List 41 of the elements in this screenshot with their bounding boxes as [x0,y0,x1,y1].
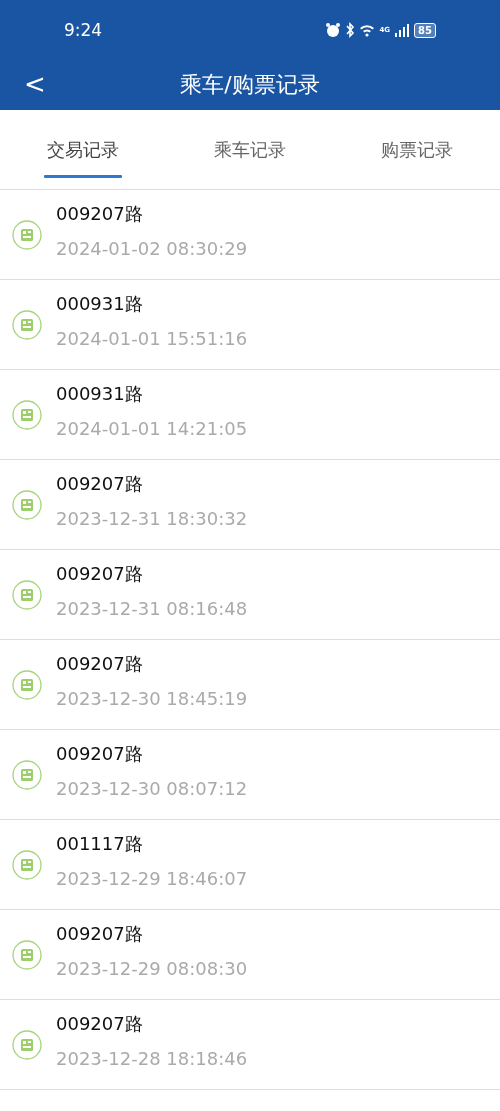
battery-indicator: 85 [414,22,436,38]
record-time: 2023-12-31 08:16:48 [56,598,248,619]
route-name: 009207路 [56,1012,144,1036]
ticket-icon [12,489,42,520]
record-time: 2023-12-28 18:18:46 [56,1048,248,1069]
back-button[interactable]: < [18,70,52,98]
route-name: 009207路 [56,652,144,676]
route-name: 009207路 [56,562,144,586]
route-name: 009207路 [56,742,144,766]
alarm-icon [325,22,342,38]
tab[interactable]: 交易记录 [0,110,167,189]
page-title: 乘车/购票记录 [180,71,320,99]
route-name: 009207路 [56,472,144,496]
ticket-icon [12,219,42,250]
record-time: 2023-12-29 08:08:30 [56,958,248,979]
ticket-icon [12,399,42,430]
ticket-icon [12,849,42,880]
ticket-icon [12,579,42,610]
signal-icon [394,22,411,38]
route-name: 001117路 [56,832,144,856]
route-name: 000931路 [56,382,144,406]
record-time: 2023-12-29 18:46:07 [56,868,248,889]
record-time: 2023-12-30 18:45:19 [56,688,248,709]
bluetooth-icon [345,22,356,38]
ticket-icon [12,309,42,340]
route-name: 009207路 [56,202,144,226]
tab[interactable]: 乘车记录 [166,110,334,189]
wifi-icon [359,22,376,38]
record-time: 2024-01-01 14:21:05 [56,418,248,439]
ticket-icon [12,669,42,700]
route-name: 000931路 [56,292,144,316]
record-time: 2024-01-02 08:30:29 [56,238,248,259]
route-name: 009207路 [56,922,144,946]
status-time: 9:24 [64,20,103,40]
ticket-icon [12,1029,42,1060]
record-time: 2023-12-31 18:30:32 [56,508,248,529]
record-time: 2024-01-01 15:51:16 [56,328,248,349]
ticket-icon [12,939,42,970]
ticket-icon [12,759,42,790]
tab[interactable]: 购票记录 [333,110,500,189]
record-time: 2023-12-30 08:07:12 [56,778,248,799]
